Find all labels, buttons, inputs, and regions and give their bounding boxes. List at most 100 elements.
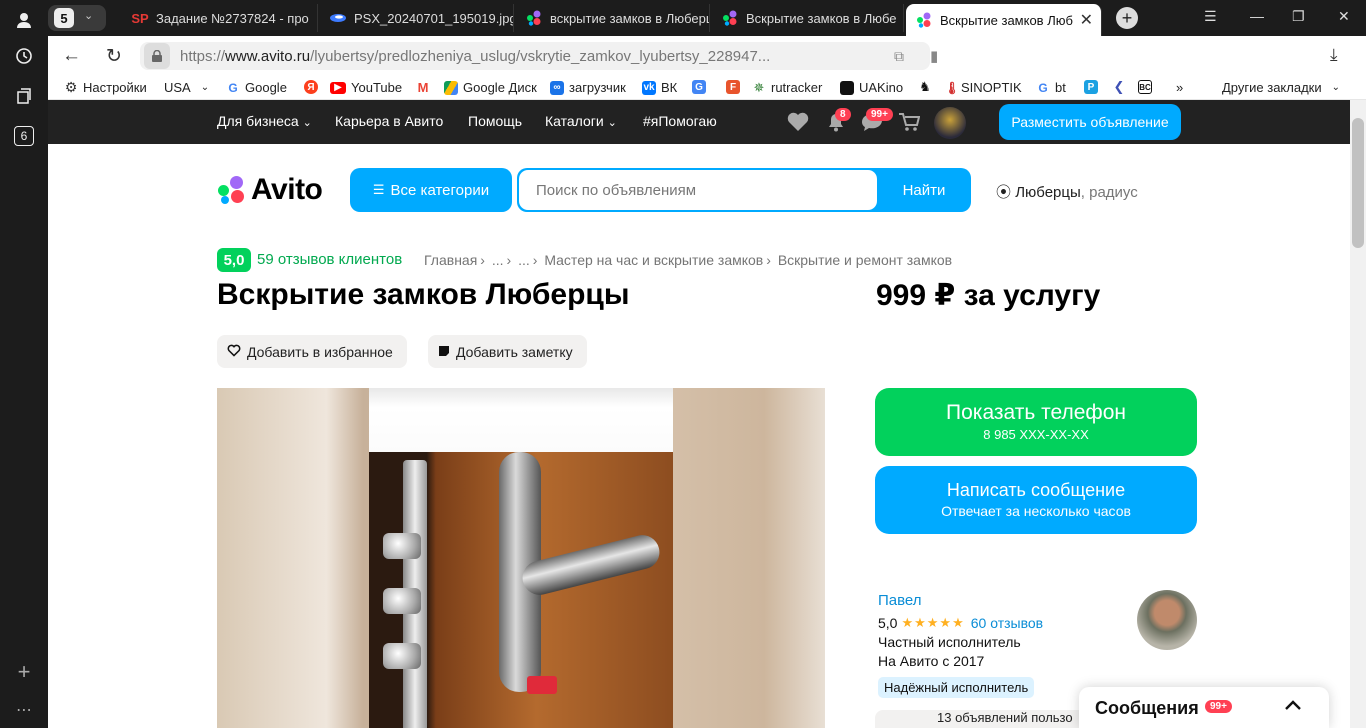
bookmark-chess[interactable]: ♞ <box>918 79 937 94</box>
extension-icon[interactable]: 1130$ <box>1020 45 1050 67</box>
page-scrollbar[interactable] <box>1350 100 1366 728</box>
bookmark-f[interactable]: F <box>726 80 745 94</box>
bookmark-translate[interactable]: G <box>692 80 711 94</box>
location-radius: , радиус <box>1080 184 1138 201</box>
tab-bar: 5 ⌄ SP Задание №2737824 - про PSX_202407… <box>48 0 1366 36</box>
bookmark-drive[interactable]: Google Диск <box>444 80 537 95</box>
tab-5-active[interactable]: Вскрытие замков Люб ✕ <box>906 4 1102 36</box>
google-icon: G <box>1036 80 1050 95</box>
nav-business[interactable]: Для бизнеса ⌄ <box>217 113 312 129</box>
nav-help[interactable]: Помощь <box>468 113 522 129</box>
tab-3[interactable]: вскрытие замков в Люберц <box>516 4 710 32</box>
breadcrumb-item[interactable]: ... <box>518 252 530 268</box>
download-icon[interactable]: ⤓ <box>1330 45 1338 65</box>
show-phone-button[interactable]: Показать телефон 8 985 XXX-XX-XX <box>875 388 1197 456</box>
avito-logo[interactable]: Avito <box>217 173 323 207</box>
bookmark-vk[interactable]: vk ВК <box>642 80 677 95</box>
breadcrumb-item[interactable]: Мастер на час и вскрытие замков <box>544 252 763 268</box>
add-panel-icon[interactable]: + <box>12 659 36 684</box>
bookmark-gmail[interactable]: M <box>416 80 435 95</box>
copy-icon[interactable]: ⧉ <box>894 48 904 65</box>
collections-icon[interactable] <box>12 84 36 108</box>
bookmark-arrow[interactable]: ❮ <box>1112 79 1131 94</box>
messages-panel[interactable]: Сообщения 99+ <box>1079 687 1329 728</box>
bookmark-bt[interactable]: Gbt <box>1036 80 1066 95</box>
search-input[interactable] <box>519 170 877 210</box>
add-note-button[interactable]: Добавить заметку <box>428 335 587 368</box>
more-icon[interactable]: ⋯ <box>12 698 36 722</box>
bookmark-sinoptik[interactable]: 🌡 SINOPTIK <box>944 80 1021 95</box>
seller-since: На Авито с 2017 <box>878 653 985 669</box>
seller-more-ads[interactable]: 13 объявлений пользо <box>875 710 1105 728</box>
tab-2[interactable]: PSX_20240701_195019.jpg <box>320 4 514 32</box>
tab-1[interactable]: SP Задание №2737824 - про <box>122 4 318 32</box>
bookmark-bc[interactable]: BC <box>1138 80 1157 94</box>
minimize-icon[interactable]: — <box>1250 8 1264 24</box>
browser-sidebar: 6 + ⋯ <box>0 0 48 728</box>
location-selector[interactable]: ⦿ Люберцы, радиус <box>996 181 1138 202</box>
reload-icon[interactable]: ↻ <box>106 45 122 68</box>
close-window-icon[interactable]: ✕ <box>1338 8 1350 25</box>
bookmark-usa[interactable]: USA ⌄ <box>164 80 209 95</box>
chevron-up-icon[interactable] <box>1283 695 1303 718</box>
profile-icon[interactable] <box>12 8 36 32</box>
nav-ya-pomogayu[interactable]: #яПомогаю <box>643 113 717 129</box>
search-button[interactable]: Найти <box>877 168 971 212</box>
extension-icon[interactable]: 78 <box>1156 45 1178 67</box>
bookmark-google[interactable]: G Google <box>226 80 287 95</box>
bookmarks-more[interactable]: » <box>1176 80 1183 95</box>
extension-icon[interactable] <box>1198 45 1220 67</box>
menu-icon[interactable]: ☰ <box>1204 8 1217 25</box>
listing-title: Вскрытие замков Люберцы <box>217 278 630 311</box>
tab-count-button[interactable]: 5 ⌄ <box>48 5 106 31</box>
add-favorite-button[interactable]: Добавить в избранное <box>217 335 407 368</box>
lock-icon[interactable] <box>144 43 170 69</box>
back-icon[interactable]: ← <box>62 45 81 67</box>
new-tab-button[interactable]: + <box>1116 7 1138 29</box>
history-icon[interactable] <box>12 44 36 68</box>
bookmark-p[interactable]: P <box>1084 80 1103 94</box>
reviews-link[interactable]: 59 отзывов клиентов <box>257 251 402 268</box>
all-categories-label: Все категории <box>390 181 490 199</box>
seller-reviews-link[interactable]: 60 отзывов <box>971 615 1043 631</box>
nav-career[interactable]: Карьера в Авито <box>335 113 443 129</box>
scrollbar-thumb[interactable] <box>1352 118 1364 248</box>
seller-name[interactable]: Павел <box>878 592 922 609</box>
bookmark-youtube[interactable]: ▶ YouTube <box>330 80 402 95</box>
breadcrumb-item[interactable]: ... <box>492 252 504 268</box>
bookmark-yandex[interactable]: Я <box>304 80 323 94</box>
restore-icon[interactable]: ❐ <box>1292 8 1305 25</box>
extension-icon[interactable]: 24 <box>982 45 1004 67</box>
seller-avatar[interactable] <box>1137 590 1197 650</box>
other-bookmarks[interactable]: Другие закладки ⌄ <box>1222 80 1340 95</box>
extension-icon[interactable] <box>1110 45 1132 67</box>
breadcrumb-item[interactable]: Главная <box>424 252 477 268</box>
main-photo-door-lock[interactable] <box>369 388 673 728</box>
write-message-button[interactable]: Написать сообщение Отвечает за несколько… <box>875 466 1197 534</box>
all-categories-button[interactable]: ☰ Все категории <box>350 168 512 212</box>
tab-title: PSX_20240701_195019.jpg <box>354 10 514 26</box>
translate-icon: G <box>692 80 706 94</box>
bookmarks-bar: ⚙ Настройки USA ⌄ G Google Я ▶ YouTube M Goo… <box>48 76 1366 100</box>
bookmark-rutracker[interactable]: ✵ rutracker <box>752 80 822 95</box>
breadcrumb-item[interactable]: Вскрытие и ремонт замков <box>778 252 952 268</box>
close-tab-icon[interactable]: ✕ <box>1080 10 1093 30</box>
extension-icon[interactable] <box>1284 45 1306 67</box>
post-ad-button[interactable]: Разместить объявление <box>999 104 1181 140</box>
url-field[interactable]: https://www.avito.ru/lyubertsy/predlozhe… <box>140 42 930 70</box>
extension-icon[interactable]: U <box>1242 45 1264 67</box>
bookmark-loader[interactable]: ∞ загрузчик <box>550 80 626 95</box>
logo-text: Avito <box>251 173 323 206</box>
bookmark-icon[interactable]: ▮ <box>930 47 938 65</box>
bookmark-uakino[interactable]: UAKino <box>840 80 903 95</box>
tab-4[interactable]: Вскрытие замков в Любе <box>712 4 904 32</box>
favorites-heart-icon[interactable] <box>787 111 809 133</box>
sidebar-counter-icon[interactable]: 6 <box>12 124 36 148</box>
gear-icon: ⚙ <box>64 79 78 95</box>
cart-icon[interactable] <box>898 111 920 133</box>
photo-gallery[interactable] <box>217 388 825 728</box>
bookmark-settings[interactable]: ⚙ Настройки <box>64 79 147 95</box>
nav-catalogs[interactable]: Каталоги ⌄ <box>545 113 617 129</box>
user-avatar[interactable] <box>934 107 966 139</box>
extension-icon[interactable] <box>1068 45 1090 67</box>
